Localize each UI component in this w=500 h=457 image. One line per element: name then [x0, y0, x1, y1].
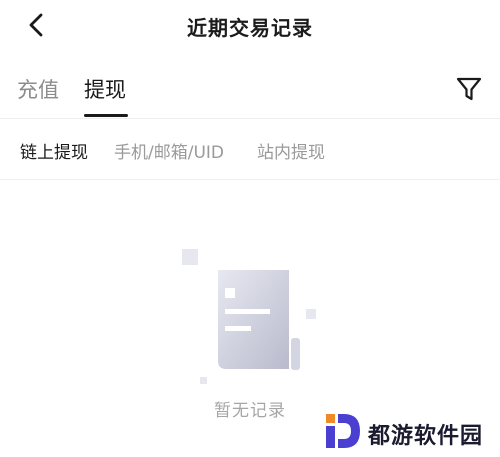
subtab-onchain-withdraw[interactable]: 链上提现 [20, 138, 88, 163]
empty-state-illustration [178, 245, 323, 390]
header-bar: 近期交易记录 [0, 0, 500, 52]
active-tab-indicator [84, 114, 128, 117]
subtab-phone-email-uid[interactable]: 手机/邮箱/UID [114, 138, 224, 163]
withdraw-type-tabs: 链上提现 手机/邮箱/UID 站内提现 [0, 138, 500, 168]
page-title: 近期交易记录 [187, 16, 313, 40]
watermark-text: 都游软件园 [368, 424, 484, 449]
subtabs-divider [0, 179, 500, 180]
watermark: 都游软件园 [322, 410, 500, 454]
tab-withdraw[interactable]: 提现 [84, 74, 126, 104]
tab-deposit[interactable]: 充值 [17, 74, 59, 104]
filter-funnel-icon [456, 77, 482, 101]
subtab-internal-withdraw[interactable]: 站内提现 [257, 138, 325, 163]
d-logo-icon [326, 414, 360, 448]
filter-button[interactable] [454, 74, 484, 104]
main-tabs: 充值 提现 [0, 68, 500, 118]
tabs-divider [0, 118, 500, 119]
document-icon [182, 249, 316, 384]
